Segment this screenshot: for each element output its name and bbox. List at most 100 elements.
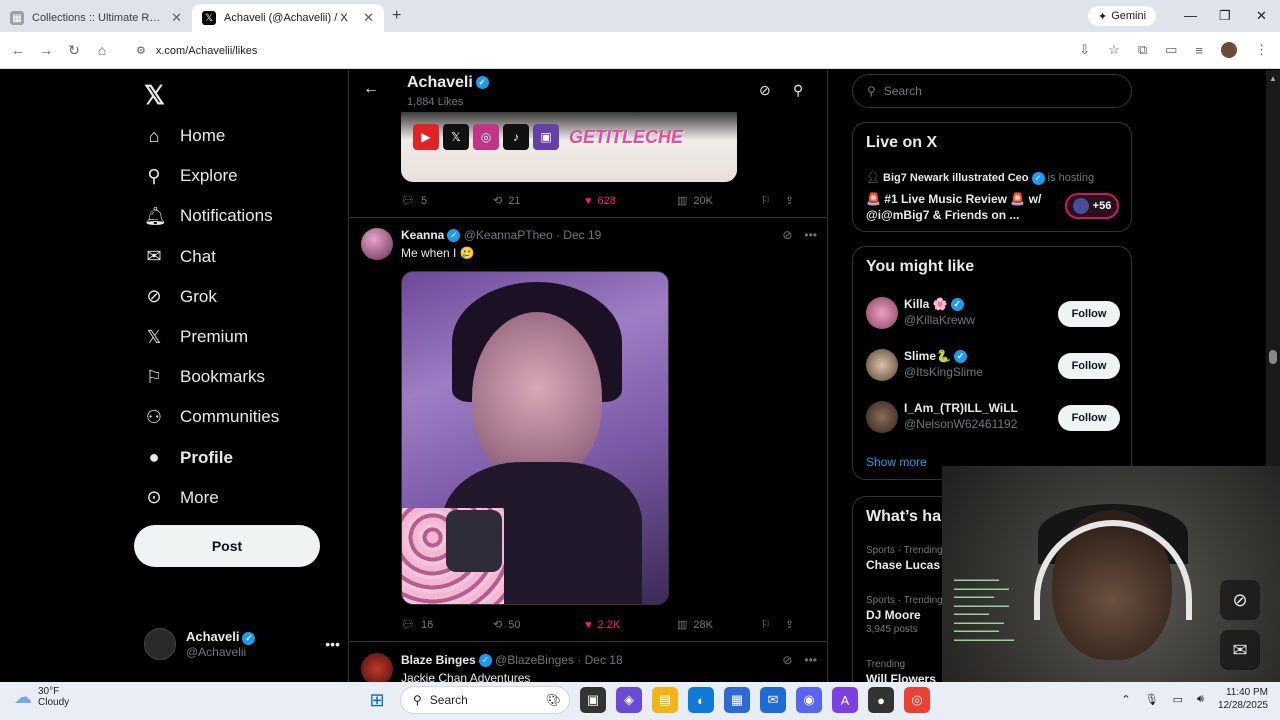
minimize-icon[interactable]: —	[1184, 8, 1197, 23]
gemini-button[interactable]: ✦ Gemini	[1088, 6, 1157, 26]
obs-icon[interactable]: ●	[868, 687, 894, 713]
reload-icon[interactable]: ↻	[60, 42, 88, 59]
nav-chat[interactable]: ✉ Chat	[130, 237, 279, 277]
site-info-icon[interactable]: ⚙	[136, 44, 146, 57]
windows-start-icon[interactable]: ⊞	[364, 687, 390, 713]
nav-communities[interactable]: ⚇ Communities	[130, 397, 279, 437]
adobe-icon[interactable]: A	[832, 687, 858, 713]
new-tab-icon[interactable]: +	[392, 7, 401, 25]
microphone-icon[interactable]: 🎙︎	[1145, 693, 1159, 706]
close-tab-icon[interactable]: ✕	[363, 10, 374, 26]
search-input[interactable]	[883, 84, 1104, 98]
grok-icon[interactable]: ⊘	[759, 82, 771, 99]
star-icon[interactable]: ☆	[1108, 42, 1120, 58]
follow-button[interactable]: Follow	[1058, 353, 1120, 379]
close-tab-icon[interactable]: ✕	[171, 10, 182, 26]
suggested-user[interactable]: I_Am_(TR)ILL_WiLL @NelsonW62461192 Follo…	[866, 399, 1120, 439]
edge-icon[interactable]: ◐	[688, 687, 714, 713]
nav-home[interactable]: ⌂ Home	[130, 116, 279, 156]
trend-name: Chase Lucas	[866, 558, 941, 572]
x-logo-icon: 𝕏	[443, 124, 469, 150]
copilot-icon[interactable]: ◈	[616, 687, 642, 713]
grok-icon[interactable]: ⊘	[782, 653, 792, 667]
like-button[interactable]: ♥ 628	[585, 194, 677, 207]
store-icon[interactable]: ▦	[724, 687, 750, 713]
share-button[interactable]: ⇪	[785, 194, 809, 207]
network-icon[interactable]: ▭	[1173, 693, 1183, 706]
trend-item[interactable]: Sports · Trending DJ Moore 3,945 posts	[866, 595, 943, 635]
maximize-icon[interactable]: ❐	[1219, 8, 1231, 24]
chrome-icon[interactable]: ◎	[904, 687, 930, 713]
live-title[interactable]: 🚨 #1 Live Music Review 🚨 w/ @i@mBig7 & F…	[866, 191, 1056, 223]
more-dots-icon[interactable]: •••	[804, 653, 817, 667]
task-view-icon[interactable]: ▣	[580, 687, 606, 713]
repost-button[interactable]: ⟲ 21	[493, 194, 585, 208]
bookmark-button[interactable]: ⚐	[761, 618, 785, 631]
volume-icon[interactable]: 🔊︎	[1197, 693, 1204, 706]
nav-more[interactable]: ⊙ More	[130, 478, 279, 518]
search-icon[interactable]: ⚲	[793, 82, 803, 99]
tweet-photo[interactable]	[401, 271, 669, 605]
tweet-media[interactable]: ▶ 𝕏 ◎ ♪ ▣ GETITLECHE	[401, 112, 737, 182]
back-arrow-icon[interactable]: ←	[4, 42, 32, 58]
extensions-icon[interactable]: ⧉	[1138, 42, 1147, 58]
scrollbar-thumb[interactable]	[1269, 350, 1277, 364]
nav-premium[interactable]: 𝕏 Premium	[130, 317, 279, 357]
sidebar-icon[interactable]: ▭	[1165, 42, 1177, 58]
scroll-up-icon[interactable]: ▲	[1269, 74, 1277, 83]
install-icon[interactable]: ⇩	[1079, 42, 1090, 58]
discord-icon[interactable]: ◉	[796, 687, 822, 713]
like-button[interactable]: ♥ 2.2K	[585, 618, 677, 631]
trend-item[interactable]: Sports · Trending Chase Lucas	[866, 545, 943, 572]
file-explorer-icon[interactable]: ▤	[652, 687, 678, 713]
grok-icon[interactable]: ⊘	[782, 228, 792, 242]
nav-grok[interactable]: ⊘ Grok	[130, 277, 279, 317]
nav-profile[interactable]: ● Profile	[130, 438, 279, 478]
suggested-user[interactable]: Killa 🌸 ✓ @KillaKreww Follow	[866, 295, 1120, 335]
back-arrow-icon[interactable]: ←	[363, 80, 379, 98]
reply-button[interactable]: 💬︎ 5	[401, 194, 493, 208]
follow-button[interactable]: Follow	[1058, 301, 1120, 327]
post-button[interactable]: Post	[134, 525, 320, 567]
close-window-icon[interactable]: ✕	[1256, 8, 1267, 24]
weather-widget[interactable]: ☁ 30°F Cloudy	[14, 686, 69, 708]
host-avatar-icon: 👤︎	[866, 172, 880, 184]
live-listeners-badge[interactable]: +56	[1065, 193, 1119, 219]
account-switcher[interactable]: Achaveli ✓ @Achavelii •••	[144, 628, 340, 660]
follow-button[interactable]: Follow	[1058, 405, 1120, 431]
more-dots-icon[interactable]: •••	[804, 228, 817, 242]
search-box[interactable]: ⚲	[852, 74, 1132, 108]
nav-bookmarks[interactable]: ⚐ Bookmarks	[130, 357, 279, 397]
views-button[interactable]: ▥ 28K	[677, 618, 761, 632]
profile-avatar[interactable]	[1221, 42, 1237, 58]
menu-icon[interactable]: ⋮	[1255, 42, 1268, 58]
repost-button[interactable]: ⟲ 50	[493, 618, 585, 632]
avatar[interactable]	[361, 228, 393, 260]
reply-button[interactable]: 💬︎ 16	[401, 618, 493, 632]
more-dots-icon[interactable]: •••	[325, 636, 340, 652]
tweet-header: Blaze Binges ✓ @BlazeBinges · Dec 18	[401, 653, 623, 668]
mail-app-icon[interactable]: ✉	[760, 687, 786, 713]
taskbar-clock[interactable]: 11:40 PM 12/28/2025	[1218, 686, 1268, 712]
taskbar-search[interactable]: ⚲ Search 🎨︎	[400, 686, 570, 714]
media-icon[interactable]: ≡	[1195, 43, 1203, 58]
mail-icon[interactable]: ✉	[1220, 630, 1260, 670]
grok-icon[interactable]: ⊘	[1220, 580, 1260, 620]
show-more-link[interactable]: Show more	[866, 455, 927, 469]
home-browser-icon[interactable]: ⌂	[88, 42, 116, 58]
suggested-user[interactable]: Slime🐍 ✓ @ItsKingSlime Follow	[866, 347, 1120, 387]
live-host[interactable]: 👤︎ Big7 Newark illustrated Ceo ✓ is hosti…	[866, 171, 1094, 185]
nav-notifications[interactable]: 🔔︎ Notifications	[130, 196, 279, 236]
tab-x-profile[interactable]: 𝕏 Achaveli (@Achavelii) / X ✕	[192, 4, 384, 32]
bookmark-button[interactable]: ⚐	[761, 194, 785, 207]
tray-chevron-icon[interactable]: ⌃	[1121, 693, 1130, 706]
url-field[interactable]: ⚙ x.com/Achavelii/likes	[126, 37, 1026, 64]
nav-explore[interactable]: ⚲ Explore	[130, 156, 279, 196]
account-name: Achaveli ✓	[186, 629, 256, 645]
tab-collections[interactable]: ▦ Collections :: Ultimate Rap League ✕	[0, 4, 192, 32]
views-button[interactable]: ▥ 20K	[677, 194, 761, 208]
x-logo-icon[interactable]: 𝕏	[144, 80, 165, 111]
share-button[interactable]: ⇪	[785, 618, 809, 631]
avatar[interactable]	[361, 653, 393, 682]
forward-arrow-icon[interactable]: →	[32, 42, 60, 58]
